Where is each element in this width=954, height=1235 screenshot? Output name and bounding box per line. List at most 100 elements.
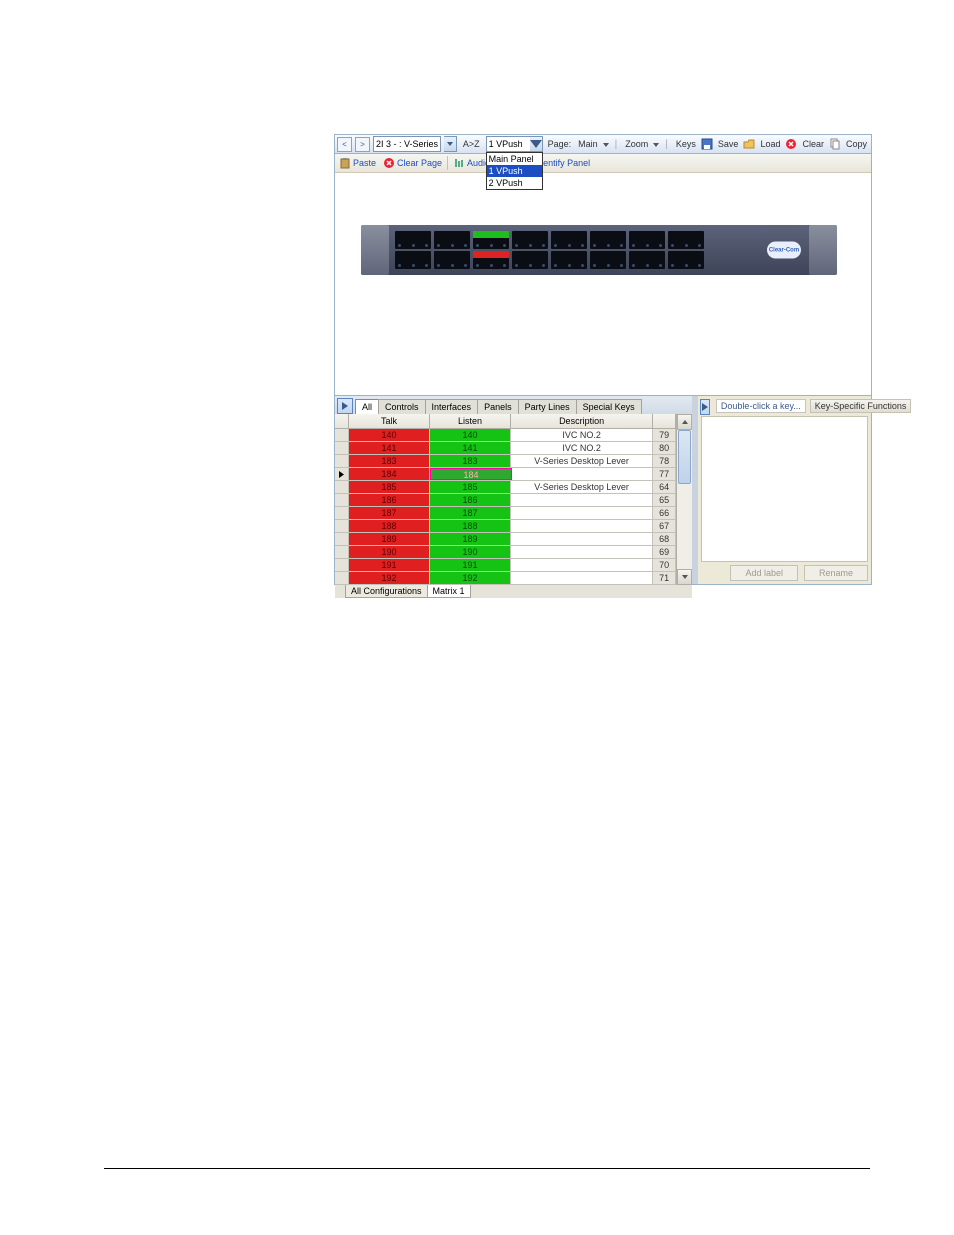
page-caret[interactable] [603, 139, 609, 150]
row-selector[interactable] [335, 455, 349, 467]
load-button[interactable]: Load [758, 139, 782, 149]
copy-button[interactable]: Copy [844, 139, 869, 149]
zoom-menu[interactable]: Zoom [623, 139, 650, 149]
table-row[interactable]: 19219271 [335, 572, 676, 585]
talk-cell[interactable]: 192 [349, 572, 430, 584]
description-cell[interactable] [511, 572, 653, 584]
description-cell[interactable] [511, 546, 653, 558]
talk-cell[interactable]: 141 [349, 442, 430, 454]
panel-key[interactable] [668, 231, 704, 249]
combo-arrow[interactable] [530, 136, 543, 152]
talk-cell[interactable]: 184 [349, 468, 430, 480]
talk-cell[interactable]: 186 [349, 494, 430, 506]
table-row[interactable]: 18918968 [335, 533, 676, 546]
panel-title-combo[interactable]: 2I 3 - : V-Series 2RU Push: 'No Descript… [373, 136, 441, 152]
panel-key[interactable] [512, 251, 548, 269]
header-description[interactable]: Description [511, 414, 653, 428]
scroll-down-button[interactable] [677, 569, 692, 585]
description-cell[interactable] [511, 520, 653, 532]
scroll-up-button[interactable] [677, 414, 692, 430]
combo-option[interactable]: Main Panel [487, 153, 542, 165]
listen-cell[interactable]: 191 [430, 559, 511, 571]
table-row[interactable]: 141141IVC NO.280 [335, 442, 676, 455]
talk-cell[interactable]: 190 [349, 546, 430, 558]
description-cell[interactable]: V-Series Desktop Lever [511, 481, 653, 493]
panel-key[interactable] [473, 251, 509, 269]
description-cell[interactable] [511, 559, 653, 571]
clear-page-button[interactable]: Clear Page [381, 157, 444, 169]
panel-key[interactable] [629, 231, 665, 249]
listen-cell[interactable]: 190 [430, 546, 511, 558]
page-value[interactable]: Main [576, 139, 600, 149]
panel-key[interactable] [551, 251, 587, 269]
talk-cell[interactable]: 183 [349, 455, 430, 467]
table-row[interactable]: 18818867 [335, 520, 676, 533]
row-selector[interactable] [335, 429, 349, 441]
tab-panels[interactable]: Panels [477, 399, 519, 414]
scroll-thumb[interactable] [678, 430, 691, 484]
scroll-track[interactable] [677, 430, 692, 569]
table-row[interactable]: 18718766 [335, 507, 676, 520]
table-row[interactable]: 18418477 [335, 468, 676, 481]
row-selector[interactable] [335, 533, 349, 545]
panel-key[interactable] [668, 251, 704, 269]
description-cell[interactable]: V-Series Desktop Lever [511, 455, 653, 467]
clear-button[interactable]: Clear [800, 139, 826, 149]
tab-party-lines[interactable]: Party Lines [518, 399, 577, 414]
table-row[interactable]: 19019069 [335, 546, 676, 559]
vertical-scrollbar[interactable] [676, 414, 692, 585]
panel-key[interactable] [512, 231, 548, 249]
talk-cell[interactable]: 191 [349, 559, 430, 571]
listen-cell[interactable]: 141 [430, 442, 511, 454]
save-button[interactable]: Save [716, 139, 741, 149]
listen-cell[interactable]: 192 [430, 572, 511, 584]
listen-cell[interactable]: 189 [430, 533, 511, 545]
description-cell[interactable]: IVC NO.2 [511, 429, 653, 441]
description-cell[interactable] [511, 494, 653, 506]
panel-key[interactable] [629, 251, 665, 269]
listen-cell[interactable]: 188 [430, 520, 511, 532]
keys-menu[interactable]: Keys [674, 139, 698, 149]
row-selector[interactable] [335, 481, 349, 493]
listen-cell[interactable]: 186 [430, 494, 511, 506]
table-row[interactable]: 185185V-Series Desktop Lever64 [335, 481, 676, 494]
listen-cell[interactable]: 140 [430, 429, 511, 441]
table-row[interactable]: 18618665 [335, 494, 676, 507]
talk-cell[interactable]: 140 [349, 429, 430, 441]
zoom-caret[interactable] [653, 139, 659, 150]
panel-key[interactable] [473, 231, 509, 249]
row-selector[interactable] [335, 494, 349, 506]
add-label-button[interactable]: Add label [730, 565, 798, 581]
prev-button[interactable]: < [337, 137, 352, 152]
row-selector[interactable] [335, 559, 349, 571]
title-dropdown-arrow[interactable] [444, 136, 457, 152]
combo-option[interactable]: 1 VPush [487, 165, 542, 177]
right-toggle[interactable] [700, 399, 710, 415]
tab-all[interactable]: All [355, 399, 379, 414]
listen-cell[interactable]: 183 [430, 455, 511, 467]
talk-cell[interactable]: 185 [349, 481, 430, 493]
panel-key[interactable] [395, 231, 431, 249]
tab-all-configurations[interactable]: All Configurations [345, 585, 428, 598]
table-row[interactable]: 183183V-Series Desktop Lever78 [335, 455, 676, 468]
combo-option[interactable]: 2 VPush [487, 177, 542, 189]
talk-cell[interactable]: 187 [349, 507, 430, 519]
panel-key[interactable] [434, 251, 470, 269]
row-selector[interactable] [335, 468, 349, 480]
tab-matrix-1[interactable]: Matrix 1 [427, 585, 471, 598]
talk-cell[interactable]: 189 [349, 533, 430, 545]
row-selector[interactable] [335, 442, 349, 454]
talk-cell[interactable]: 188 [349, 520, 430, 532]
listen-cell[interactable]: 187 [430, 507, 511, 519]
header-listen[interactable]: Listen [430, 414, 511, 428]
description-cell[interactable] [511, 507, 653, 519]
description-cell[interactable] [511, 533, 653, 545]
panel-key[interactable] [395, 251, 431, 269]
description-cell[interactable]: IVC NO.2 [511, 442, 653, 454]
panel-key[interactable] [551, 231, 587, 249]
sort-az[interactable]: A>Z [460, 139, 483, 149]
listen-cell[interactable]: 184 [430, 468, 512, 480]
table-row[interactable]: 19119170 [335, 559, 676, 572]
next-button[interactable]: > [355, 137, 370, 152]
table-row[interactable]: 140140IVC NO.279 [335, 429, 676, 442]
